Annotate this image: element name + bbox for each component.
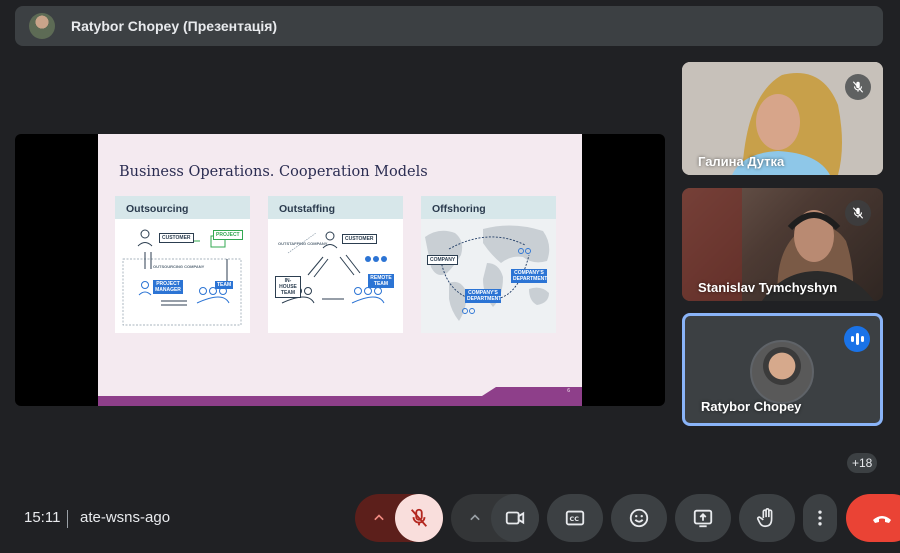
offshoring-panel: Offshoring COMPANY COMPANY'S DEPARTMENT … bbox=[421, 196, 556, 333]
raise-hand-button[interactable] bbox=[739, 494, 795, 542]
more-options-button[interactable] bbox=[803, 494, 837, 542]
end-call-icon bbox=[873, 516, 891, 523]
emoji-icon bbox=[629, 508, 649, 528]
video-options-button[interactable] bbox=[465, 508, 485, 533]
avatar bbox=[750, 340, 814, 404]
presenter-bar[interactable]: Ratybor Chopey (Презентація) bbox=[15, 6, 883, 46]
project-manager-tag: PROJECT MANAGER bbox=[153, 280, 183, 294]
customer-tag: CUSTOMER bbox=[159, 233, 194, 243]
captions-icon: CC bbox=[565, 510, 585, 526]
panel-heading: Offshoring bbox=[421, 196, 556, 219]
present-icon bbox=[693, 509, 713, 528]
in-house-team-tag: IN-HOUSE TEAM bbox=[275, 276, 301, 298]
participant-name: Галина Дутка bbox=[698, 154, 785, 169]
company-tag: COMPANY bbox=[427, 255, 459, 265]
presenter-title: Ratybor Chopey (Презентація) bbox=[71, 18, 278, 34]
mic-toggle-button[interactable] bbox=[395, 494, 443, 542]
captions-button[interactable]: CC bbox=[547, 494, 603, 542]
mic-off-icon bbox=[845, 74, 871, 100]
participant-tile[interactable]: Галина Дутка bbox=[682, 62, 883, 175]
participant-name: Stanislav Tymchyshyn bbox=[698, 280, 838, 295]
more-participants-badge[interactable]: +18 bbox=[847, 453, 878, 473]
team-tag: TEAM bbox=[215, 281, 234, 289]
raise-hand-icon bbox=[757, 508, 773, 528]
department-tag-1: COMPANY'S DEPARTMENT bbox=[511, 269, 548, 283]
customer-tag: CUSTOMER bbox=[342, 234, 377, 244]
participant-tile-active[interactable]: Ratybor Chopey bbox=[682, 313, 883, 426]
panel-heading: Outsourcing bbox=[115, 196, 250, 219]
outstaffing-company-label: OUTSTAFFING COMPANY bbox=[278, 241, 328, 246]
camera-icon bbox=[505, 511, 525, 525]
video-control-group bbox=[451, 494, 539, 542]
department-tag-2: COMPANY'S DEPARTMENT bbox=[465, 289, 502, 303]
presentation-stage: Business Operations. Cooperation Models … bbox=[15, 134, 665, 406]
audio-control-group bbox=[355, 494, 443, 542]
chevron-up-icon bbox=[470, 514, 480, 521]
outstaffing-panel: Outstaffing CUSTOMER OUTSTAFFING COMPANY… bbox=[268, 196, 403, 333]
audio-options-button[interactable] bbox=[369, 508, 389, 533]
svg-text:CC: CC bbox=[570, 515, 580, 523]
outsourcing-company-label: OUTSOURCING COMPANY bbox=[153, 264, 205, 269]
more-vert-icon bbox=[818, 510, 822, 526]
chevron-up-icon bbox=[374, 514, 384, 521]
meet-window: Ratybor Chopey (Презентація) Business Op… bbox=[0, 0, 900, 553]
outsourcing-panel: Outsourcing CUSTOMER PROJECT OUTSOURCING… bbox=[115, 196, 250, 333]
slide-page-number: 6 bbox=[567, 388, 570, 394]
camera-toggle-button[interactable] bbox=[491, 494, 539, 542]
panel-heading: Outstaffing bbox=[268, 196, 403, 219]
remote-team-tag: REMOTE TEAM bbox=[368, 274, 394, 288]
mic-off-icon bbox=[410, 508, 428, 527]
reactions-button[interactable] bbox=[611, 494, 667, 542]
slide-footer-band bbox=[98, 396, 582, 406]
divider bbox=[67, 510, 68, 528]
mic-off-icon bbox=[845, 200, 871, 226]
slide-title: Business Operations. Cooperation Models bbox=[119, 164, 428, 180]
presenter-avatar bbox=[29, 13, 55, 39]
project-tag: PROJECT bbox=[213, 230, 243, 240]
present-button[interactable] bbox=[675, 494, 731, 542]
meeting-code[interactable]: ate-wsns-ago bbox=[80, 509, 170, 526]
clock: 15:11 bbox=[24, 509, 61, 526]
participant-name: Ratybor Chopey bbox=[701, 399, 802, 414]
speaking-indicator-icon bbox=[844, 326, 870, 352]
participant-tile[interactable]: Stanislav Tymchyshyn bbox=[682, 188, 883, 301]
leave-call-button[interactable] bbox=[846, 494, 900, 542]
presentation-slide: Business Operations. Cooperation Models … bbox=[98, 134, 582, 406]
